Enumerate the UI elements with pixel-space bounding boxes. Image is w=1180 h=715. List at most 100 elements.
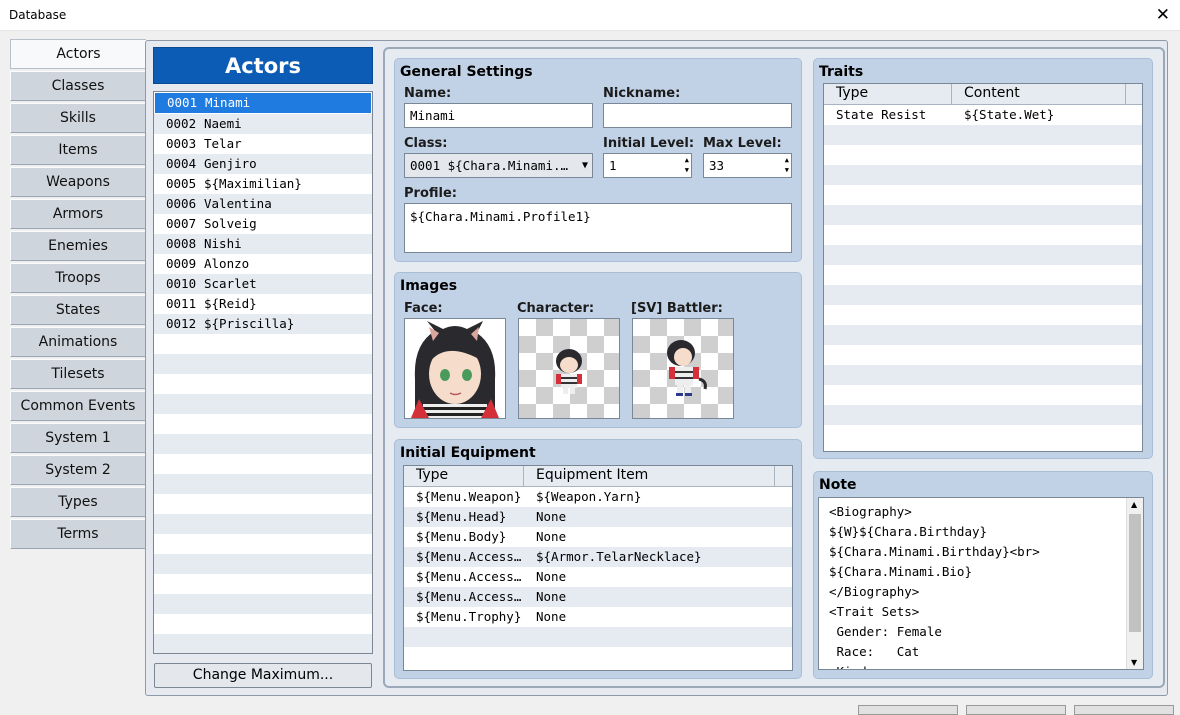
window-titlebar: Database ✕: [0, 0, 1180, 31]
trait-row[interactable]: [824, 365, 1142, 385]
actor-list-empty-row[interactable]: [154, 554, 372, 574]
equipment-row[interactable]: ${Menu.Body} None: [404, 527, 792, 547]
note-scrollbar[interactable]: ▲ ▼: [1126, 498, 1143, 669]
nav-enemies[interactable]: Enemies: [10, 231, 146, 261]
nav-states[interactable]: States: [10, 295, 146, 325]
actor-list-empty-row[interactable]: [154, 514, 372, 534]
equipment-row[interactable]: ${Menu.Weapon} ${Weapon.Yarn}: [404, 487, 792, 507]
actor-id: 0006: [166, 196, 197, 211]
actor-list-empty-row[interactable]: [154, 394, 372, 414]
actor-list-empty-row[interactable]: [154, 614, 372, 634]
character-image[interactable]: [518, 318, 620, 419]
nav-animations[interactable]: Animations: [10, 327, 146, 357]
actor-list-empty-row[interactable]: [154, 474, 372, 494]
nav-common-events[interactable]: Common Events: [10, 391, 146, 421]
actor-list-empty-row[interactable]: [154, 574, 372, 594]
actor-list-item[interactable]: 0004 Genjiro: [154, 154, 372, 174]
nav-tilesets[interactable]: Tilesets: [10, 359, 146, 389]
sv-battler-image[interactable]: [632, 318, 734, 419]
trait-row[interactable]: [824, 285, 1142, 305]
equipment-table[interactable]: Type Equipment Item ${Menu.Weapon} ${Weap…: [403, 465, 793, 671]
profile-field[interactable]: ${Chara.Minami.Profile1}: [404, 203, 792, 253]
scroll-thumb[interactable]: [1129, 514, 1141, 632]
face-image[interactable]: [404, 318, 506, 419]
trait-row[interactable]: [824, 225, 1142, 245]
traits-rows: State Resist ${State.Wet}: [824, 105, 1142, 445]
cancel-button[interactable]: [966, 705, 1066, 715]
actor-list-item[interactable]: 0003 Telar: [154, 134, 372, 154]
actor-list-item[interactable]: 0005 ${Maximilian}: [154, 174, 372, 194]
stepper-arrows-icon[interactable]: ▲ ▼: [785, 155, 789, 175]
trait-row[interactable]: [824, 185, 1142, 205]
initial-level-stepper[interactable]: 1 ▲ ▼: [603, 153, 692, 178]
trait-row[interactable]: [824, 265, 1142, 285]
equipment-row[interactable]: ${Menu.Access… None: [404, 587, 792, 607]
nav-actors[interactable]: Actors: [10, 39, 146, 69]
nav-terms[interactable]: Terms: [10, 519, 146, 549]
actor-list-item[interactable]: 0001 Minami: [154, 92, 372, 114]
actor-name: Alonzo: [204, 256, 250, 271]
nav-weapons[interactable]: Weapons: [10, 167, 146, 197]
trait-row[interactable]: [824, 305, 1142, 325]
equipment-row[interactable]: [404, 627, 792, 647]
max-level-value: 33: [709, 158, 725, 173]
actor-list-empty-row[interactable]: [154, 454, 372, 474]
nav-items[interactable]: Items: [10, 135, 146, 165]
actor-list-item[interactable]: 0012 ${Priscilla}: [154, 314, 372, 334]
actor-list-item[interactable]: 0008 Nishi: [154, 234, 372, 254]
actor-list[interactable]: 0001 Minami 0002 Naemi 0003 Telar 0004 Genjiro 0…: [153, 91, 373, 654]
nav-troops[interactable]: Troops: [10, 263, 146, 293]
scroll-down-icon[interactable]: ▼: [1131, 658, 1137, 667]
max-level-stepper[interactable]: 33 ▲ ▼: [703, 153, 792, 178]
trait-row[interactable]: [824, 165, 1142, 185]
trait-row[interactable]: [824, 245, 1142, 265]
nav-types[interactable]: Types: [10, 487, 146, 517]
trait-row[interactable]: [824, 325, 1142, 345]
trait-row[interactable]: [824, 145, 1142, 165]
actor-list-item[interactable]: 0010 Scarlet: [154, 274, 372, 294]
ok-button[interactable]: [858, 705, 958, 715]
note-textarea[interactable]: <Biography> ${W}${Chara.Birthday} ${Char…: [818, 497, 1144, 670]
actor-list-empty-row[interactable]: [154, 594, 372, 614]
nav-skills[interactable]: Skills: [10, 103, 146, 133]
equipment-row[interactable]: [404, 647, 792, 667]
actor-list-empty-row[interactable]: [154, 494, 372, 514]
actor-list-empty-row[interactable]: [154, 434, 372, 454]
actor-list-empty-row[interactable]: [154, 534, 372, 554]
trait-row[interactable]: [824, 345, 1142, 365]
actor-list-empty-row[interactable]: [154, 334, 372, 354]
nickname-field[interactable]: [603, 103, 792, 128]
trait-row[interactable]: [824, 385, 1142, 405]
nav-armors[interactable]: Armors: [10, 199, 146, 229]
close-icon[interactable]: ✕: [1156, 5, 1170, 25]
trait-row[interactable]: [824, 125, 1142, 145]
trait-row[interactable]: [824, 405, 1142, 425]
actor-list-item[interactable]: 0009 Alonzo: [154, 254, 372, 274]
change-maximum-button[interactable]: Change Maximum...: [154, 663, 372, 688]
trait-row[interactable]: [824, 425, 1142, 445]
actor-list-item[interactable]: 0007 Solveig: [154, 214, 372, 234]
equipment-row[interactable]: ${Menu.Head} None: [404, 507, 792, 527]
actor-list-empty-row[interactable]: [154, 374, 372, 394]
actor-list-empty-row[interactable]: [154, 354, 372, 374]
apply-button[interactable]: [1074, 705, 1174, 715]
nav-system-2[interactable]: System 2: [10, 455, 146, 485]
equipment-row[interactable]: ${Menu.Access… ${Armor.TelarNecklace}: [404, 547, 792, 567]
name-field[interactable]: Minami: [404, 103, 593, 128]
actor-list-item[interactable]: 0006 Valentina: [154, 194, 372, 214]
actor-list-empty-row[interactable]: [154, 414, 372, 434]
nav-system-1[interactable]: System 1: [10, 423, 146, 453]
equipment-row[interactable]: ${Menu.Access… None: [404, 567, 792, 587]
trait-row[interactable]: State Resist ${State.Wet}: [824, 105, 1142, 125]
traits-table[interactable]: Type Content State Resist ${State.Wet}: [823, 83, 1143, 452]
stepper-arrows-icon[interactable]: ▲ ▼: [685, 155, 689, 175]
equipment-row[interactable]: ${Menu.Trophy} None: [404, 607, 792, 627]
actor-list-item[interactable]: 0011 ${Reid}: [154, 294, 372, 314]
scroll-up-icon[interactable]: ▲: [1131, 500, 1137, 509]
actor-list-item[interactable]: 0002 Naemi: [154, 114, 372, 134]
nav-classes[interactable]: Classes: [10, 71, 146, 101]
window-title: Database: [9, 8, 67, 22]
trait-row[interactable]: [824, 205, 1142, 225]
class-select[interactable]: 0001 ${Chara.Minami.… ▼: [404, 153, 593, 178]
actor-list-empty-row[interactable]: [154, 634, 372, 653]
